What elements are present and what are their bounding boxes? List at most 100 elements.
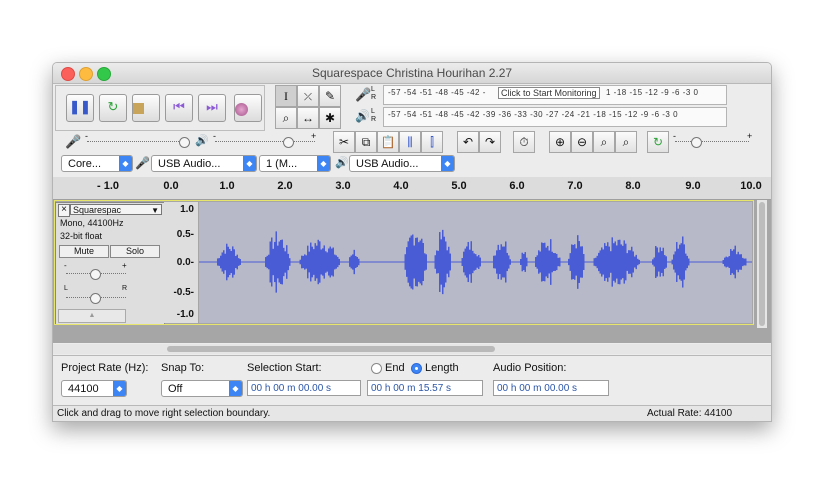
gain-slider[interactable] — [90, 269, 101, 280]
horizontal-scrollbar[interactable] — [53, 344, 771, 354]
gain-minus: - — [64, 261, 67, 270]
skip-start-button[interactable]: ⏮ — [165, 94, 193, 122]
waveform-sample — [350, 255, 352, 269]
fit-selection-button[interactable]: ⌕ — [593, 131, 615, 153]
zoom-in-button[interactable]: ⊕ — [549, 131, 571, 153]
output-volume-track[interactable] — [215, 141, 315, 144]
waveform-sample — [497, 244, 499, 280]
pause-button[interactable]: ❚❚ — [66, 94, 94, 122]
play-button[interactable]: ↻ — [99, 94, 127, 122]
redo-button[interactable]: ↷ — [479, 131, 501, 153]
snap-to-select[interactable]: Off ◆ — [161, 380, 243, 397]
waveform-sample — [553, 253, 555, 271]
gain-plus: + — [122, 261, 127, 270]
speed-track[interactable] — [675, 141, 749, 144]
length-radio[interactable] — [411, 363, 422, 374]
zoom-tool[interactable]: ⌕ — [275, 107, 297, 129]
waveform-sample — [655, 245, 657, 279]
selection-tool[interactable]: I — [275, 85, 297, 107]
fit-project-button[interactable]: ⌕ — [615, 131, 637, 153]
playback-meter[interactable]: -57 -54 -51 -48 -45 -42 -39 -36 -33 -30 … — [383, 107, 727, 127]
waveform-sample — [230, 250, 232, 274]
selection-start-field[interactable]: 00 h 00 m 00.00 s — [247, 380, 361, 396]
track-name: Squarespac — [73, 205, 122, 215]
window-title: Squarespace Christina Hourihan 2.27 — [311, 66, 513, 80]
title-bar: Squarespace Christina Hourihan 2.27 — [53, 63, 771, 84]
waveform-sample — [440, 239, 442, 285]
pan-slider[interactable] — [90, 293, 101, 304]
selection-length-field[interactable]: 00 h 00 m 15.57 s — [367, 380, 483, 396]
envelope-tool[interactable]: ⤫ — [297, 85, 319, 107]
waveform-sample — [574, 244, 576, 280]
output-device-select[interactable]: USB Audio... ◆ — [349, 155, 455, 172]
mute-button[interactable]: Mute — [59, 245, 109, 258]
input-volume-track[interactable] — [87, 141, 183, 144]
record-meter-icon[interactable]: 🎤 — [355, 87, 371, 103]
waveform-sample — [322, 248, 324, 276]
waveform-sample — [335, 255, 337, 269]
timeline-ruler[interactable]: - 1.0 0.0 1.0 2.0 3.0 4.0 5.0 6.0 7.0 8.… — [53, 177, 771, 200]
waveform-sample — [422, 242, 424, 281]
waveform-sample — [493, 255, 495, 269]
solo-button[interactable]: Solo — [110, 245, 160, 258]
skip-end-button[interactable]: ⏭ — [198, 94, 226, 122]
draw-tool[interactable]: ✎ — [319, 85, 341, 107]
waveform-sample — [284, 251, 286, 273]
output-volume-slider[interactable] — [283, 137, 294, 148]
waveform-sample — [733, 249, 735, 275]
project-rate-select[interactable]: 44100 ◆ — [61, 380, 127, 397]
cut-button[interactable]: ✂ — [333, 131, 355, 153]
waveform-sample — [578, 241, 580, 283]
waveform-sample — [595, 257, 597, 267]
pan-left: L — [64, 285, 68, 292]
track-name-menu[interactable]: Squarespac ▼ — [70, 204, 162, 215]
input-device-select[interactable]: USB Audio... ◆ — [151, 155, 257, 172]
record-button[interactable] — [234, 94, 262, 122]
trim-button[interactable]: ⫼ — [399, 131, 421, 153]
waveform-sample — [547, 245, 549, 279]
undo-button[interactable]: ↶ — [457, 131, 479, 153]
end-radio[interactable] — [371, 363, 382, 374]
waveform-sample — [521, 252, 523, 272]
waveform-sample — [679, 244, 681, 280]
waveform-sample — [220, 255, 222, 269]
track-area[interactable]: × Squarespac ▼ Mono, 44100Hz 32-bit floa… — [53, 200, 771, 343]
waveform-sample — [664, 255, 666, 269]
playback-meter-icon[interactable]: 🔊 — [355, 109, 370, 123]
waveform-sample — [608, 246, 610, 278]
multi-tool[interactable]: ✱ — [319, 107, 341, 129]
paste-button[interactable]: 📋 — [377, 131, 399, 153]
waveform-sample — [545, 247, 547, 277]
waveform-sample — [572, 244, 574, 280]
waveform-sample — [355, 255, 357, 269]
track-close-button[interactable]: × — [58, 204, 70, 217]
sync-lock-button[interactable]: ⏱ — [513, 131, 535, 153]
chevron-down-icon: ◆ — [119, 156, 132, 171]
waveform-sample — [536, 255, 538, 269]
copy-button[interactable]: ⧉ — [355, 131, 377, 153]
record-meter[interactable]: -57 -54 -51 -48 -45 -42 - Click to Start… — [383, 85, 727, 105]
input-channels-select[interactable]: 1 (M... ◆ — [259, 155, 331, 172]
silence-button[interactable]: ⫿ — [421, 131, 443, 153]
vertical-scrollbar[interactable] — [757, 200, 767, 328]
audio-host-value: Core... — [68, 158, 102, 170]
waveform-sample — [334, 254, 336, 270]
stop-button[interactable] — [132, 94, 160, 122]
play-at-speed-button[interactable]: ↻ — [647, 131, 669, 153]
timeshift-tool[interactable]: ↔ — [297, 107, 319, 129]
input-volume-slider[interactable] — [179, 137, 190, 148]
waveform-sample — [502, 246, 504, 278]
waveform-sample — [280, 240, 282, 284]
audio-host-select[interactable]: Core... ◆ — [61, 155, 133, 172]
track-collapse-button[interactable]: ▲ — [58, 309, 126, 323]
zoom-out-button[interactable]: ⊖ — [571, 131, 593, 153]
speed-slider[interactable] — [691, 137, 702, 148]
waveform-sample — [349, 257, 351, 267]
waveform-sample — [311, 246, 313, 278]
waveform-sample — [743, 258, 745, 266]
waveform-sample — [629, 250, 631, 274]
ruler-label: 0.0 — [163, 180, 179, 192]
audio-position-field[interactable]: 00 h 00 m 00.00 s — [493, 380, 609, 396]
speaker-icon: 🔊 — [195, 135, 209, 147]
waveform[interactable] — [199, 202, 752, 323]
